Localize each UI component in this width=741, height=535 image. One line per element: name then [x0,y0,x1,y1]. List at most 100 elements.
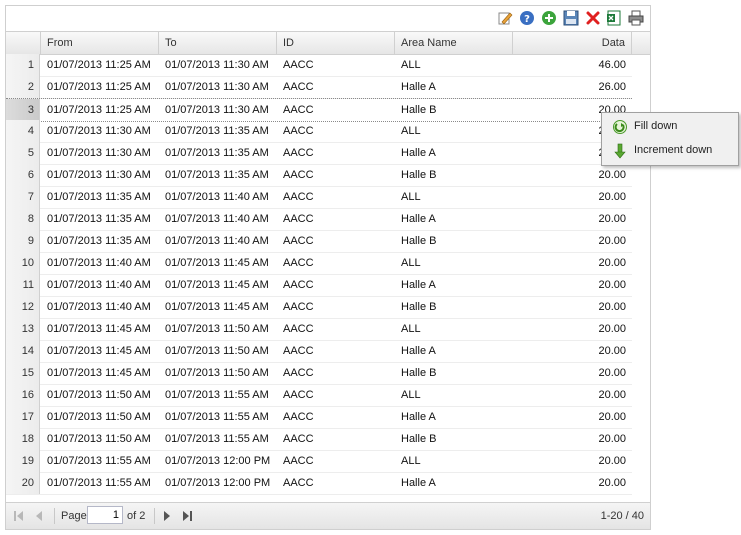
column-header-to[interactable]: To [159,32,277,54]
table-row[interactable]: 13 01/07/2013 11:45 AM 01/07/2013 11:50 AM… [6,318,632,341]
cell-data[interactable]: 20.00 [513,450,632,472]
table-row[interactable]: 14 01/07/2013 11:45 AM 01/07/2013 11:50 AM… [6,340,632,363]
table-row[interactable]: 15 01/07/2013 11:45 AM 01/07/2013 11:50 AM… [6,362,632,385]
cell-from[interactable]: 01/07/2013 11:35 AM [41,186,159,208]
table-row[interactable]: 7 01/07/2013 11:35 AM 01/07/2013 11:40 AM A… [6,186,632,209]
menu-item-fill-down[interactable]: Fill down [604,115,736,138]
cell-id[interactable]: AACC [277,384,395,406]
cell-from[interactable]: 01/07/2013 11:40 AM [41,296,159,318]
cell-area-name[interactable]: ALL [395,252,513,274]
cell-id[interactable]: AACC [277,186,395,208]
cell-area-name[interactable]: Halle A [395,340,513,362]
table-row[interactable]: 10 01/07/2013 11:40 AM 01/07/2013 11:45 AM… [6,252,632,275]
cell-id[interactable]: AACC [277,164,395,186]
cell-data[interactable]: 20.00 [513,274,632,296]
cell-to[interactable]: 01/07/2013 11:50 AM [159,318,277,340]
row-number[interactable]: 3 [6,99,40,121]
cell-to[interactable]: 01/07/2013 11:40 AM [159,230,277,252]
row-number[interactable]: 9 [6,230,40,252]
cell-area-name[interactable]: Halle B [395,164,513,186]
table-row[interactable]: 5 01/07/2013 11:30 AM 01/07/2013 11:35 AM A… [6,142,632,165]
table-row[interactable]: 2 01/07/2013 11:25 AM 01/07/2013 11:30 AM A… [6,76,632,99]
row-number[interactable]: 19 [6,450,40,472]
row-number[interactable]: 8 [6,208,40,230]
cell-from[interactable]: 01/07/2013 11:35 AM [41,208,159,230]
cell-to[interactable]: 01/07/2013 11:35 AM [159,120,277,142]
cell-data[interactable]: 20.00 [513,472,632,494]
cell-id[interactable]: AACC [277,76,395,98]
print-icon[interactable] [628,10,644,26]
table-row[interactable]: 20 01/07/2013 11:55 AM 01/07/2013 12:00 PM… [6,472,632,495]
table-row[interactable]: 9 01/07/2013 11:35 AM 01/07/2013 11:40 AM A… [6,230,632,253]
cell-area-name[interactable]: ALL [395,450,513,472]
cell-from[interactable]: 01/07/2013 11:45 AM [41,340,159,362]
cell-area-name[interactable]: Halle B [395,296,513,318]
cell-from[interactable]: 01/07/2013 11:45 AM [41,318,159,340]
row-number[interactable]: 7 [6,186,40,208]
cell-id[interactable]: AACC [277,120,395,142]
table-row[interactable]: 17 01/07/2013 11:50 AM 01/07/2013 11:55 AM… [6,406,632,429]
cell-id[interactable]: AACC [277,274,395,296]
row-number[interactable]: 15 [6,362,40,384]
cell-data[interactable]: 20.00 [513,296,632,318]
page-number-input[interactable] [87,506,123,524]
cell-id[interactable]: AACC [277,252,395,274]
cell-data[interactable]: 26.00 [513,76,632,98]
cell-data[interactable]: 20.00 [513,384,632,406]
cell-id[interactable]: AACC [277,428,395,450]
cell-area-name[interactable]: Halle A [395,76,513,98]
cell-data[interactable]: 20.00 [513,362,632,384]
cell-to[interactable]: 01/07/2013 11:55 AM [159,384,277,406]
cell-area-name[interactable]: Halle A [395,406,513,428]
column-header-from[interactable]: From [41,32,159,54]
cell-id[interactable]: AACC [277,296,395,318]
add-icon[interactable] [541,10,557,26]
row-number[interactable]: 14 [6,340,40,362]
row-number[interactable]: 6 [6,164,40,186]
cell-from[interactable]: 01/07/2013 11:30 AM [41,164,159,186]
table-row[interactable]: 4 01/07/2013 11:30 AM 01/07/2013 11:35 AM A… [6,120,632,143]
cell-to[interactable]: 01/07/2013 11:55 AM [159,428,277,450]
cell-area-name[interactable]: Halle B [395,428,513,450]
row-number[interactable]: 5 [6,142,40,164]
cell-id[interactable]: AACC [277,230,395,252]
cell-to[interactable]: 01/07/2013 11:30 AM [159,76,277,98]
cell-area-name[interactable]: Halle B [395,230,513,252]
first-page-icon[interactable] [11,508,27,524]
cell-area-name[interactable]: ALL [395,318,513,340]
next-page-icon[interactable] [159,508,175,524]
cell-id[interactable]: AACC [277,340,395,362]
cell-id[interactable]: AACC [277,450,395,472]
table-row[interactable]: 8 01/07/2013 11:35 AM 01/07/2013 11:40 AM A… [6,208,632,231]
cell-to[interactable]: 01/07/2013 11:50 AM [159,362,277,384]
cell-to[interactable]: 01/07/2013 12:00 PM [159,472,277,494]
row-number[interactable]: 10 [6,252,40,274]
table-row[interactable]: 16 01/07/2013 11:50 AM 01/07/2013 11:55 AM… [6,384,632,407]
cell-id[interactable]: AACC [277,99,395,121]
cell-to[interactable]: 01/07/2013 11:40 AM [159,208,277,230]
cell-id[interactable]: AACC [277,318,395,340]
last-page-icon[interactable] [179,508,195,524]
cell-from[interactable]: 01/07/2013 11:50 AM [41,384,159,406]
table-row[interactable]: 19 01/07/2013 11:55 AM 01/07/2013 12:00 PM… [6,450,632,473]
row-number[interactable]: 11 [6,274,40,296]
table-row[interactable]: 6 01/07/2013 11:30 AM 01/07/2013 11:35 AM A… [6,164,632,187]
cell-data[interactable]: 20.00 [513,186,632,208]
cell-id[interactable]: AACC [277,362,395,384]
cell-data[interactable]: 20.00 [513,340,632,362]
cell-from[interactable]: 01/07/2013 11:30 AM [41,142,159,164]
cell-to[interactable]: 01/07/2013 11:40 AM [159,186,277,208]
cell-from[interactable]: 01/07/2013 11:35 AM [41,230,159,252]
row-number[interactable]: 1 [6,54,40,76]
cell-from[interactable]: 01/07/2013 11:55 AM [41,450,159,472]
column-header-id[interactable]: ID [277,32,395,54]
column-header-data[interactable]: Data [513,32,632,54]
cell-from[interactable]: 01/07/2013 11:25 AM [41,76,159,98]
cell-area-name[interactable]: ALL [395,384,513,406]
cell-to[interactable]: 01/07/2013 11:35 AM [159,164,277,186]
cell-from[interactable]: 01/07/2013 11:30 AM [41,120,159,142]
cell-from[interactable]: 01/07/2013 11:55 AM [41,472,159,494]
cell-data[interactable]: 20.00 [513,208,632,230]
cell-from[interactable]: 01/07/2013 11:50 AM [41,428,159,450]
table-row[interactable]: 1 01/07/2013 11:25 AM 01/07/2013 11:30 AM A… [6,54,632,77]
